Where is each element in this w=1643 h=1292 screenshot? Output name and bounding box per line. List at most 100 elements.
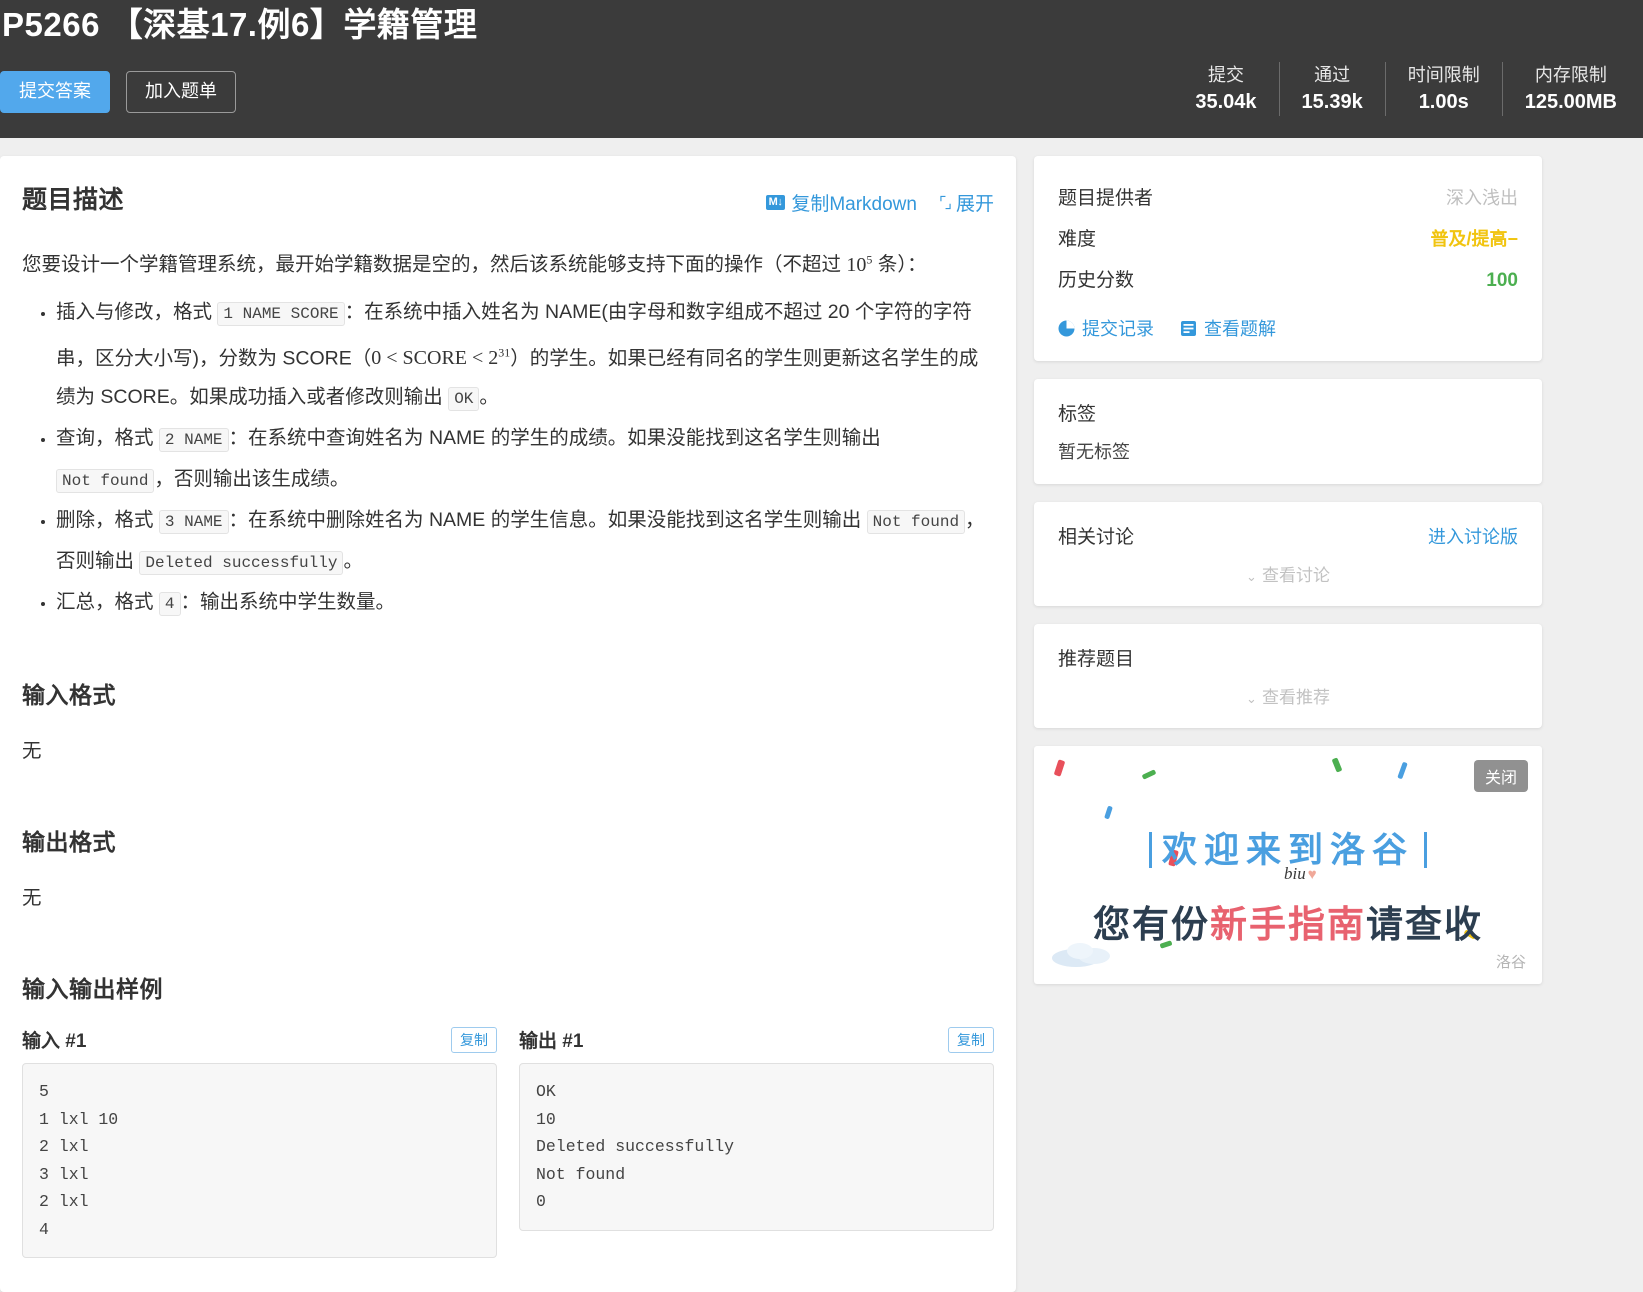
inline-code: 3 NAME [158,510,229,535]
stat-label: 内存限制 [1534,65,1607,85]
close-promo-button[interactable]: 关闭 [1473,760,1528,792]
difficulty-badge: 普及/提高− [1430,229,1518,249]
samples-title: 输入输出样例 [22,976,163,1003]
expand-button[interactable]: ⌜⌟ 展开 [939,189,994,216]
list-item: 汇总，格式 4：输出系统中学生数量。 [56,583,994,624]
submission-records-link[interactable]: 提交记录 [1058,315,1154,341]
intro-math-base: 10 [846,253,867,276]
inline-code: Not found [866,510,966,535]
enter-discussion-link[interactable]: 进入讨论版 [1428,523,1518,549]
inline-code: Deleted successfully [139,551,344,576]
view-solution-label: 查看题解 [1204,319,1276,339]
bullet-text: ：在系统中查询姓名为 NAME 的学生的成绩。如果没能找到这名学生则输出 [228,427,881,450]
stat-value: 125.00MB [1524,91,1617,113]
view-solution-link[interactable]: 查看题解 [1180,315,1276,341]
heart-icon: ♥ [1307,867,1317,883]
sample-output-code: OK 10 Deleted successfully Not found 0 [519,1063,994,1231]
info-links: 提交记录 查看题解 [1058,315,1518,341]
score-row: 历史分数 100 [1058,258,1518,299]
chevron-down-icon: ⌄ [1246,691,1257,706]
sample-output-header: 输出 #1 复制 [519,1026,994,1053]
toggle-discussion-label: 查看讨论 [1261,566,1330,585]
list-item: 查询，格式 2 NAME：在系统中查询姓名为 NAME 的学生的成绩。如果没能找… [56,419,994,501]
cloud-icon [1052,943,1110,967]
sample-io-group: 输入 #1 复制 5 1 lxl 10 2 lxl 3 lxl 2 lxl 4 … [22,1026,994,1259]
copy-input-button[interactable]: 复制 [451,1026,497,1053]
stat-value: 15.39k [1301,91,1363,113]
confetti-piece [1104,805,1113,820]
pie-chart-icon [1058,320,1075,337]
problem-stats: 提交 35.04k 通过 15.39k 时间限制 1.00s 内存限制 125.… [1173,62,1621,116]
tags-card: 标签 暂无标签 [1034,379,1542,484]
bullet-text: ：在系统中删除姓名为 NAME 的学生信息。如果没能找到这名学生则输出 [228,509,867,532]
stat-time-limit: 时间限制 1.00s [1386,62,1503,116]
sidebar: 题目提供者 深入浅出 难度 普及/提高− 历史分数 100 提交记录 查看题解 … [1034,156,1542,984]
promo-banner[interactable]: 关闭 欢迎来到洛谷 biu ♥ 您有份新手指南请查收 洛谷 [1034,746,1542,984]
copy-output-button[interactable]: 复制 [948,1026,994,1053]
expand-label: 展开 [955,194,994,215]
promo-sub-text-b: 新手指南 [1210,904,1366,945]
list-item: 插入与修改，格式 1 NAME SCORE：在系统中插入姓名为 NAME(由字母… [56,293,994,420]
toggle-recommend-label: 查看推荐 [1261,688,1330,707]
promo-logo-text: 洛谷 [1495,954,1526,971]
provider-label: 题目提供者 [1058,188,1154,209]
input-format-body: 无 [22,740,42,763]
provider-value: 深入浅出 [1446,188,1518,208]
score-value: 100 [1486,270,1518,291]
bullet-math: 0 < SCORE < 231 [371,346,510,370]
description-intro: 您要设计一个学籍管理系统，最开始学籍数据是空的，然后该系统能够支持下面的操作（不… [22,240,994,285]
sample-output-title: 输出 #1 [519,1031,584,1053]
header-action-buttons: 提交答案 加入题单 [0,71,236,113]
sample-input-header: 输入 #1 复制 [22,1026,497,1053]
bullet-text: 汇总，格式 [56,591,159,614]
inline-code: 2 NAME [158,428,229,453]
inline-code: 1 NAME SCORE [217,301,345,326]
discussion-header: 相关讨论 进入讨论版 [1058,522,1518,549]
tags-title: 标签 [1058,404,1097,425]
confetti-piece [1141,769,1157,780]
intro-math: 105 [846,252,872,276]
expand-icon: ⌜⌟ [938,194,952,212]
bullet-text: 删除，格式 [56,509,159,532]
sample-output-block: 输出 #1 复制 OK 10 Deleted successfully Not … [519,1026,994,1258]
promo-divider-right [1424,832,1427,868]
copy-markdown-label: 复制Markdown [791,194,917,215]
confetti-piece [1397,761,1408,780]
submit-answer-button[interactable]: 提交答案 [0,71,110,113]
stat-value: 1.00s [1418,91,1469,113]
output-format-body: 无 [22,887,42,910]
discussion-title: 相关讨论 [1058,527,1135,548]
toggle-recommend-button[interactable]: ⌄ 查看推荐 [1058,683,1518,708]
tags-empty-text: 暂无标签 [1058,442,1130,462]
intro-text-1: 您要设计一个学籍管理系统，最开始学籍数据是空的，然后该系统能够支持下面的操作（不… [22,253,847,276]
add-to-problem-list-button[interactable]: 加入题单 [126,71,236,113]
difficulty-row: 难度 普及/提高− [1058,217,1518,258]
page-body: 题目描述 M↓ 复制Markdown ⌜⌟ 展开 您要设计一个学籍管理系统，最开… [0,138,1643,1292]
promo-biu-text: biu ♥ [1284,864,1317,884]
bullet-text: ：输出系统中学生数量。 [180,591,396,614]
inline-code: OK [448,387,480,412]
promo-divider-left [1148,832,1152,868]
bullet-math-base: 0 < SCORE < 2 [371,347,499,370]
stat-memory-limit: 内存限制 125.00MB [1503,62,1621,116]
recommend-title: 推荐题目 [1058,649,1135,670]
bullet-text: 。 [479,386,499,409]
problem-content-card: 题目描述 M↓ 复制Markdown ⌜⌟ 展开 您要设计一个学籍管理系统，最开… [0,156,1016,1292]
operations-list: 插入与修改，格式 1 NAME SCORE：在系统中插入姓名为 NAME(由字母… [22,293,994,625]
inline-code: Not found [56,469,155,494]
description-header: 题目描述 M↓ 复制Markdown ⌜⌟ 展开 [22,180,994,216]
submission-records-label: 提交记录 [1082,319,1154,339]
promo-biu-label: biu [1284,864,1306,883]
copy-markdown-button[interactable]: M↓ 复制Markdown [765,189,917,216]
confetti-piece [1331,757,1343,773]
discussion-card: 相关讨论 进入讨论版 ⌄ 查看讨论 [1034,502,1542,606]
list-item: 删除，格式 3 NAME：在系统中删除姓名为 NAME 的学生信息。如果没能找到… [56,501,994,583]
intro-text-2: 条）： [872,253,927,276]
stat-label: 时间限制 [1407,65,1480,85]
page-header: P5266 【深基17.例6】学籍管理 提交答案 加入题单 提交 35.04k … [0,0,1643,138]
toggle-discussion-button[interactable]: ⌄ 查看讨论 [1058,561,1518,586]
input-format-title: 输入格式 [22,682,116,709]
inline-code: 4 [158,592,181,617]
stat-value: 35.04k [1195,91,1257,113]
bullet-text: 查询，格式 [56,427,159,450]
